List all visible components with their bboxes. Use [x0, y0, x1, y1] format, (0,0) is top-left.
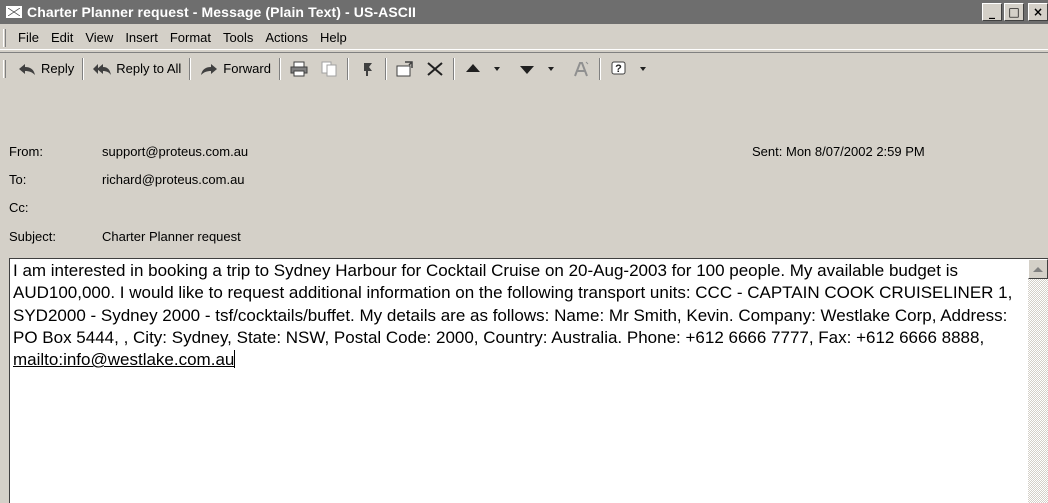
- delete-icon: [425, 60, 445, 78]
- toolbar-separator: [189, 57, 192, 80]
- toolbar-separator: [598, 57, 601, 80]
- title-bar: Charter Planner request - Message (Plain…: [0, 0, 1048, 24]
- subject-label: Subject:: [9, 229, 56, 244]
- toolbar-separator: [82, 57, 85, 80]
- from-row: From: support@proteus.com.au: [9, 144, 248, 164]
- menu-insert[interactable]: Insert: [119, 30, 164, 45]
- print-button[interactable]: [284, 56, 314, 82]
- help-icon: ?: [609, 60, 629, 78]
- menu-tools[interactable]: Tools: [217, 30, 259, 45]
- menu-format[interactable]: Format: [164, 30, 217, 45]
- delete-button[interactable]: [420, 56, 450, 82]
- envelope-icon: [6, 6, 22, 18]
- message-body-text[interactable]: I am interested in booking a trip to Syd…: [13, 260, 1025, 371]
- forward-button[interactable]: Forward: [194, 56, 276, 82]
- previous-item-button[interactable]: [458, 56, 512, 82]
- toolbar-separator: [346, 57, 349, 80]
- maximize-button[interactable]: □: [1004, 3, 1024, 21]
- chevron-down-icon[interactable]: [487, 60, 507, 78]
- flag-icon: [357, 60, 377, 78]
- copy-button[interactable]: [314, 56, 344, 82]
- sent-value: Mon 8/07/2002 2:59 PM: [785, 144, 925, 159]
- from-label: From:: [9, 144, 43, 159]
- close-button[interactable]: ×: [1028, 3, 1048, 21]
- cc-label: Cc:: [9, 200, 29, 215]
- reply-icon: [17, 60, 37, 78]
- from-value[interactable]: support@proteus.com.au: [102, 144, 248, 164]
- next-item-button[interactable]: [512, 56, 566, 82]
- arrow-up-icon: [463, 60, 483, 78]
- flag-button[interactable]: [352, 56, 382, 82]
- menu-grip[interactable]: [3, 28, 6, 47]
- window-controls: _ □ ×: [982, 3, 1048, 21]
- menu-edit[interactable]: Edit: [45, 30, 79, 45]
- message-body[interactable]: I am interested in booking a trip to Syd…: [9, 258, 1048, 503]
- forward-icon: [199, 60, 219, 78]
- reply-all-label: Reply to All: [116, 61, 182, 76]
- reply-label: Reply: [41, 61, 75, 76]
- window-title: Charter Planner request - Message (Plain…: [27, 4, 416, 20]
- move-to-folder-button[interactable]: [390, 56, 420, 82]
- toolbar-separator: [452, 57, 455, 80]
- forward-label: Forward: [223, 61, 271, 76]
- subject-value: Charter Planner request: [102, 229, 241, 244]
- toolbar-separator: [384, 57, 387, 80]
- toolbar: Reply Reply to All Forward ?: [0, 52, 1048, 84]
- subject-row: Subject: Charter Planner request: [9, 229, 241, 249]
- copy-icon: [319, 60, 339, 78]
- svg-text:?: ?: [615, 63, 622, 75]
- printer-icon: [289, 60, 309, 78]
- menu-bar: File Edit View Insert Format Tools Actio…: [0, 26, 1048, 50]
- address-book-icon: [571, 60, 591, 78]
- to-row: To: richard@proteus.com.au: [9, 172, 245, 192]
- to-value[interactable]: richard@proteus.com.au: [102, 172, 245, 192]
- move-to-folder-icon: [395, 60, 415, 78]
- scroll-up-button[interactable]: [1028, 259, 1048, 279]
- reply-all-button[interactable]: Reply to All: [87, 56, 186, 82]
- toolbar-separator: [278, 57, 281, 80]
- cc-row: Cc:: [9, 200, 102, 220]
- to-label: To:: [9, 172, 27, 187]
- vertical-scrollbar[interactable]: [1028, 259, 1048, 503]
- chevron-down-icon[interactable]: [541, 60, 561, 78]
- menu-file[interactable]: File: [12, 30, 45, 45]
- text-cursor: [234, 350, 236, 369]
- help-button[interactable]: ?: [604, 56, 658, 82]
- reply-all-icon: [92, 60, 112, 78]
- sent-row: Sent: Mon 8/07/2002 2:59 PM: [752, 144, 925, 159]
- arrow-down-icon: [517, 60, 537, 78]
- body-text: I am interested in booking a trip to Syd…: [13, 261, 1013, 347]
- address-book-button[interactable]: [566, 56, 596, 82]
- menu-help[interactable]: Help: [314, 30, 353, 45]
- menu-actions[interactable]: Actions: [259, 30, 314, 45]
- menu-view[interactable]: View: [79, 30, 119, 45]
- minimize-button[interactable]: _: [982, 3, 1002, 21]
- toolbar-grip[interactable]: [3, 59, 6, 78]
- sent-label: Sent:: [752, 144, 783, 159]
- reply-button[interactable]: Reply: [12, 56, 79, 82]
- email-link[interactable]: mailto:info@westlake.com.au: [13, 350, 234, 369]
- chevron-down-icon[interactable]: [633, 60, 653, 78]
